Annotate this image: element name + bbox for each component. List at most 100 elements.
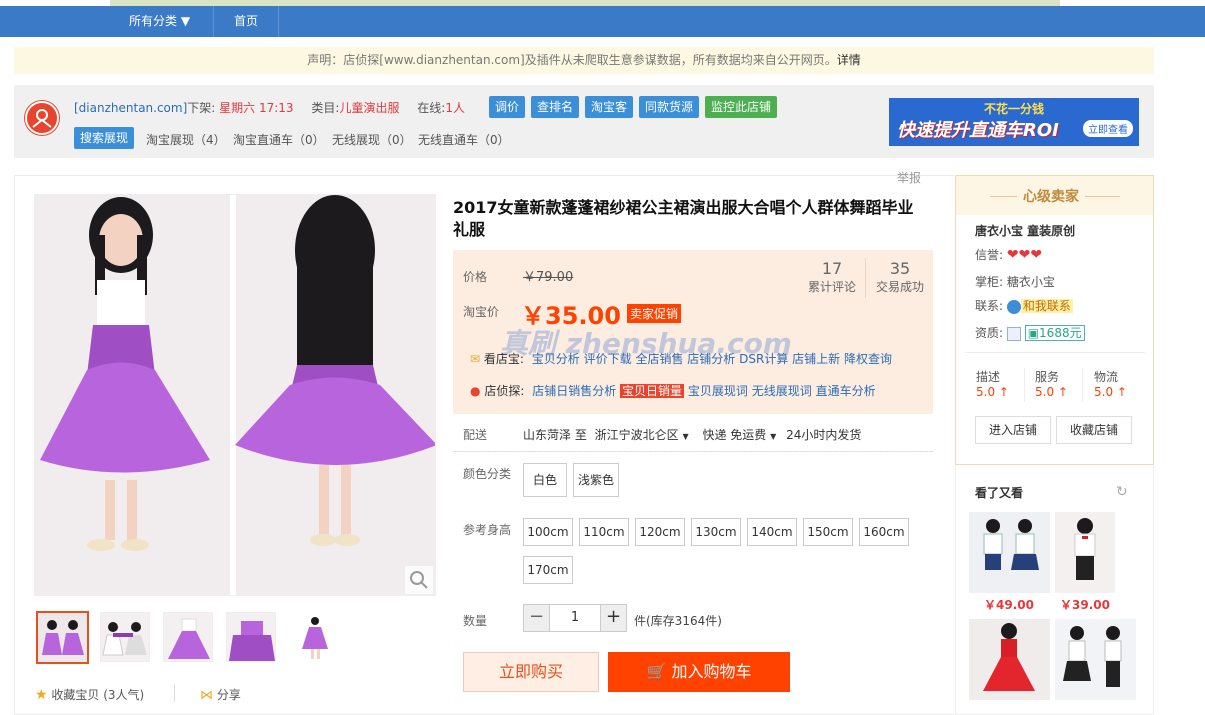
height-option-100[interactable]: 100cm (523, 518, 573, 546)
nav-home[interactable]: 首页 (218, 6, 274, 37)
notice-bar: 声明：店侦探[www.dianzhentan.com]及插件从未爬取生意参谋数据… (14, 47, 1154, 74)
keeper-row: 掌柜: 糖衣小宝 (975, 275, 1055, 289)
dzt-link-ztc[interactable]: 直通车分析 (816, 384, 876, 398)
notice-detail-link[interactable]: 详情 (837, 53, 861, 67)
monitor-shop-button[interactable]: 监控此店铺 (705, 96, 778, 118)
also-item-1-price[interactable]: ￥49.00 (969, 596, 1049, 613)
height-option-150[interactable]: 150cm (803, 518, 853, 546)
kds-link-new[interactable]: 店铺上新 (792, 352, 840, 366)
divider (865, 258, 866, 298)
tab-wireless-ztc[interactable]: 无线直通车（0） (418, 131, 510, 148)
id-card-icon (1006, 326, 1021, 341)
also-item-1-image[interactable] (969, 512, 1050, 593)
kds-link-review-download[interactable]: 评价下载 (584, 352, 632, 366)
caret-down-icon: ▼ (770, 432, 777, 441)
arrow-up-icon: ↑ (1057, 385, 1068, 399)
kds-link-dsr[interactable]: DSR计算 (739, 352, 788, 366)
height-option-170[interactable]: 170cm (523, 556, 573, 584)
original-price: ￥79.00 (523, 270, 574, 285)
kandianbao-row: ✉ 看店宝: 宝贝分析 评价下载 全店销售 店铺分析 DSR计算 店铺上新 降权… (470, 352, 893, 366)
ship-fee-select[interactable]: 快递 免运费 ▼ (702, 428, 776, 442)
main-product-image[interactable] (34, 194, 436, 596)
category-value[interactable]: 儿童演出服 (339, 101, 399, 115)
qty-label: 数量 (463, 614, 488, 628)
star-icon: ★ (35, 687, 48, 703)
down-time: 星期六 17:13 (219, 101, 294, 115)
zoom-icon[interactable] (405, 566, 433, 594)
ad-cta: 立即查看 (1083, 120, 1133, 137)
keeper-name[interactable]: 糖衣小宝 (1007, 275, 1055, 289)
kds-link-penalty[interactable]: 降权查询 (844, 352, 892, 366)
dzt-link-wireless-words[interactable]: 无线展现词 (752, 384, 812, 398)
adjust-price-button[interactable]: 调价 (489, 96, 526, 118)
thumbnail-2[interactable] (100, 612, 150, 662)
ship-row: 山东菏泽 至 浙江宁波北仑区 ▼ 快递 免运费 ▼ 24小时内发货 (523, 428, 862, 442)
refresh-icon[interactable]: ↻ (1116, 484, 1128, 500)
enter-shop-button[interactable]: 进入店铺 (975, 416, 1051, 444)
contact-link[interactable]: 和我联系 (1020, 299, 1073, 313)
dianzhentan-icon: ● (470, 384, 481, 398)
color-option-light-purple[interactable]: 浅紫色 (573, 463, 619, 497)
caret-down-icon: ▼ (180, 14, 191, 28)
deposit-badge: ▣1688元 (1024, 325, 1085, 341)
search-show-button[interactable]: 搜索展现 (74, 127, 135, 149)
shield-icon: ▣ (1027, 326, 1040, 340)
kandianbao-icon: ✉ (470, 352, 481, 366)
thumbnail-4[interactable] (226, 612, 276, 662)
tab-wireless-show[interactable]: 无线展现（0） (332, 131, 412, 148)
dzt-link-shop-daily[interactable]: 店铺日销售分析 (532, 384, 616, 398)
stock-text: 件(库存3164件) (634, 614, 722, 628)
dianzhentan-logo-icon (25, 101, 59, 135)
ship-destination-select[interactable]: 浙江宁波北仑区 ▼ (595, 428, 689, 442)
also-item-4-image[interactable] (1055, 619, 1136, 700)
also-viewed-title: 看了又看 (975, 486, 1024, 500)
divider (1024, 368, 1025, 402)
divider (174, 684, 175, 702)
notice-text: 声明：店侦探[www.dianzhentan.com]及插件从未爬取生意参谋数据… (307, 53, 837, 67)
thumbnail-1[interactable] (36, 611, 89, 664)
heart-icon: ❤ (1018, 247, 1031, 263)
height-option-130[interactable]: 130cm (691, 518, 741, 546)
height-option-140[interactable]: 140cm (747, 518, 797, 546)
height-option-160[interactable]: 160cm (859, 518, 909, 546)
same-source-button[interactable]: 同款货源 (639, 96, 700, 118)
dzt-link-item-daily[interactable]: 宝贝日销量 (620, 384, 685, 398)
height-option-120[interactable]: 120cm (635, 518, 685, 546)
also-item-3-image[interactable] (969, 619, 1050, 700)
kds-link-shop-sales[interactable]: 全店销售 (635, 352, 683, 366)
color-option-white[interactable]: 白色 (523, 463, 567, 497)
height-option-110[interactable]: 110cm (579, 518, 629, 546)
buy-now-button[interactable]: 立即购买 (463, 652, 599, 692)
report-link[interactable]: 举报 (897, 169, 921, 186)
thumbnail-3[interactable] (163, 612, 213, 662)
nav-all-categories[interactable]: 所有分类 ▼ (113, 6, 206, 37)
review-count[interactable]: 17 累计评论 (804, 259, 860, 295)
share-item[interactable]: ⋈ 分享 (200, 686, 241, 703)
ztc-ad-banner[interactable]: 不花一分钱 快速提升直通车ROI 立即查看 (889, 98, 1139, 146)
also-item-2-image[interactable] (1055, 512, 1115, 593)
favorite-item[interactable]: ★ 收藏宝贝 (3人气) (35, 686, 144, 703)
also-item-2-price[interactable]: ￥39.00 (1055, 596, 1115, 613)
kds-link-item-analysis[interactable]: 宝贝分析 (532, 352, 580, 366)
height-label: 参考身高 (463, 523, 512, 537)
top-nav: 所有分类 ▼ 首页 (0, 6, 1205, 37)
qty-plus-button[interactable]: + (600, 605, 626, 631)
share-icon: ⋈ (200, 688, 213, 703)
add-to-cart-button[interactable]: 🛒 加入购物车 (608, 652, 790, 692)
qty-input[interactable]: 1 (550, 605, 600, 631)
taobao-price-label: 淘宝价 (463, 305, 500, 319)
taobaoke-button[interactable]: 淘宝客 (585, 96, 634, 118)
dzt-link-show-words[interactable]: 宝贝展现词 (688, 384, 748, 398)
site-link[interactable]: [dianzhentan.com] (74, 101, 187, 115)
tab-taobao-ztc[interactable]: 淘宝直通车（0） (233, 131, 325, 148)
favorite-shop-button[interactable]: 收藏店铺 (1056, 416, 1132, 444)
qty-minus-button[interactable]: − (524, 605, 550, 631)
check-rank-button[interactable]: 查排名 (531, 96, 580, 118)
divider (965, 352, 1145, 353)
tab-taobao-show[interactable]: 淘宝展现（4） (146, 131, 226, 148)
shop-name[interactable]: 唐衣小宝 童装原创 (975, 222, 1075, 239)
dianzhentan-row: ● 店侦探: 店铺日销售分析 宝贝日销量 宝贝展现词 无线展现词 直通车分析 (470, 384, 876, 398)
kds-link-shop-analysis[interactable]: 店铺分析 (687, 352, 735, 366)
sold-count: 35 交易成功 (875, 259, 924, 294)
thumbnail-5[interactable] (289, 612, 339, 662)
